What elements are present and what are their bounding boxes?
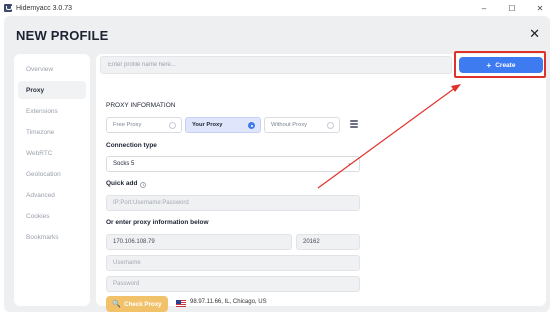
option-without-proxy[interactable]: Without Proxy — [264, 117, 340, 133]
sidebar-item-timezone[interactable]: Timezone — [18, 123, 86, 141]
quick-add-input[interactable]: IP:Port:Username:Password — [106, 195, 360, 211]
proxy-host-input[interactable]: 170.106.108.79 — [106, 234, 292, 250]
chevron-down-icon: ⌄ — [347, 160, 353, 167]
window-title: Hidemyacc 3.0.73 — [16, 4, 73, 12]
us-flag-icon — [176, 300, 186, 307]
new-profile-dialog: NEW PROFILE ✕ Overview Proxy Extensions … — [4, 16, 550, 312]
option-your-proxy[interactable]: Your Proxy — [185, 117, 261, 133]
connection-type-label: Connection type — [106, 142, 157, 149]
proxy-check-result: 98.97.11.66, IL, Chicago, US — [190, 299, 267, 305]
window-titlebar: Hidemyacc 3.0.73 – ☐ ✕ — [0, 0, 554, 16]
proxy-username-input[interactable]: Username — [106, 255, 360, 271]
sidebar-item-proxy[interactable]: Proxy — [18, 81, 86, 99]
connection-type-value: Socks 5 — [113, 161, 135, 167]
check-proxy-label: Check Proxy — [124, 300, 162, 308]
sidebar-item-overview[interactable]: Overview — [18, 60, 86, 78]
proxy-list-icon[interactable] — [350, 120, 358, 130]
sidebar-item-advanced[interactable]: Advanced — [18, 186, 86, 204]
main-panel: + Create PROXY INFORMATION Free Proxy Yo… — [96, 51, 546, 312]
search-icon: 🔍 — [112, 301, 122, 308]
profile-name-input[interactable] — [100, 56, 452, 74]
window-close-button[interactable]: ✕ — [526, 0, 554, 16]
proxy-port-input[interactable]: 20162 — [296, 234, 360, 250]
maximize-button[interactable]: ☐ — [498, 0, 526, 16]
page-title: NEW PROFILE — [16, 28, 109, 43]
close-icon[interactable]: ✕ — [529, 26, 540, 42]
option-without-proxy-label: Without Proxy — [271, 122, 308, 128]
sidebar-item-webrtc[interactable]: WebRTC — [18, 144, 86, 162]
enter-info-label: Or enter proxy information below — [106, 219, 209, 226]
quick-add-label-text: Quick add — [106, 180, 138, 187]
radio-checked-icon — [248, 122, 255, 129]
radio-icon — [169, 122, 176, 129]
annotation-highlight-box — [454, 51, 546, 78]
app-logo-icon — [4, 4, 12, 12]
option-free-proxy[interactable]: Free Proxy — [106, 117, 182, 133]
connection-type-select[interactable]: Socks 5 ⌄ — [106, 156, 360, 172]
sidebar-item-extensions[interactable]: Extensions — [18, 102, 86, 120]
sidebar-item-geolocation[interactable]: Geolocation — [18, 165, 86, 183]
option-your-proxy-label: Your Proxy — [192, 122, 223, 128]
option-free-proxy-label: Free Proxy — [113, 122, 142, 128]
proxy-section-title: PROXY INFORMATION — [106, 102, 176, 109]
info-icon: i — [140, 182, 147, 188]
sidebar-item-cookies[interactable]: Cookies — [18, 207, 86, 225]
minimize-button[interactable]: – — [470, 0, 498, 16]
proxy-password-input[interactable]: Password — [106, 276, 360, 292]
check-proxy-button[interactable]: 🔍 Check Proxy — [106, 296, 168, 312]
window-controls: – ☐ ✕ — [470, 0, 554, 16]
sidebar-item-bookmarks[interactable]: Bookmarks — [18, 228, 86, 246]
radio-icon — [327, 122, 334, 129]
quick-add-label: Quick add i — [106, 180, 147, 188]
sidebar: Overview Proxy Extensions Timezone WebRT… — [14, 54, 90, 306]
